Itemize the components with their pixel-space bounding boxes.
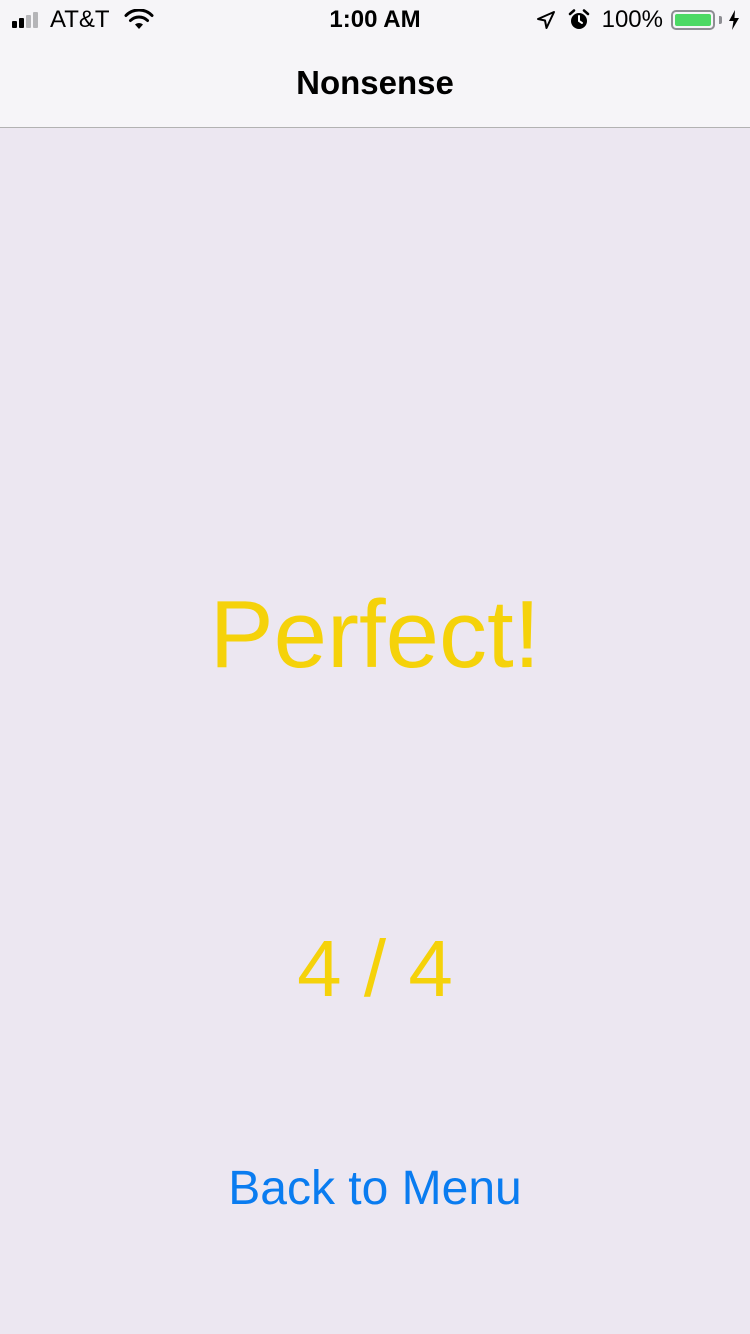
navigation-bar: Nonsense <box>0 40 750 128</box>
battery-icon <box>671 10 715 30</box>
battery-tip <box>719 16 722 24</box>
page-title: Nonsense <box>296 64 454 101</box>
battery-percent: 100% <box>601 6 663 33</box>
charging-bolt-icon <box>729 10 739 30</box>
battery-fill <box>675 14 711 26</box>
back-to-menu-button[interactable]: Back to Menu <box>0 1160 750 1218</box>
status-right: 100% <box>536 6 740 34</box>
result-message: Perfect! <box>209 581 541 688</box>
location-arrow-icon <box>536 11 555 29</box>
alarm-icon <box>568 9 589 29</box>
status-bar: AT&T 1:00 AM 100% <box>0 0 750 40</box>
score-display: 4 / 4 <box>297 924 453 1013</box>
